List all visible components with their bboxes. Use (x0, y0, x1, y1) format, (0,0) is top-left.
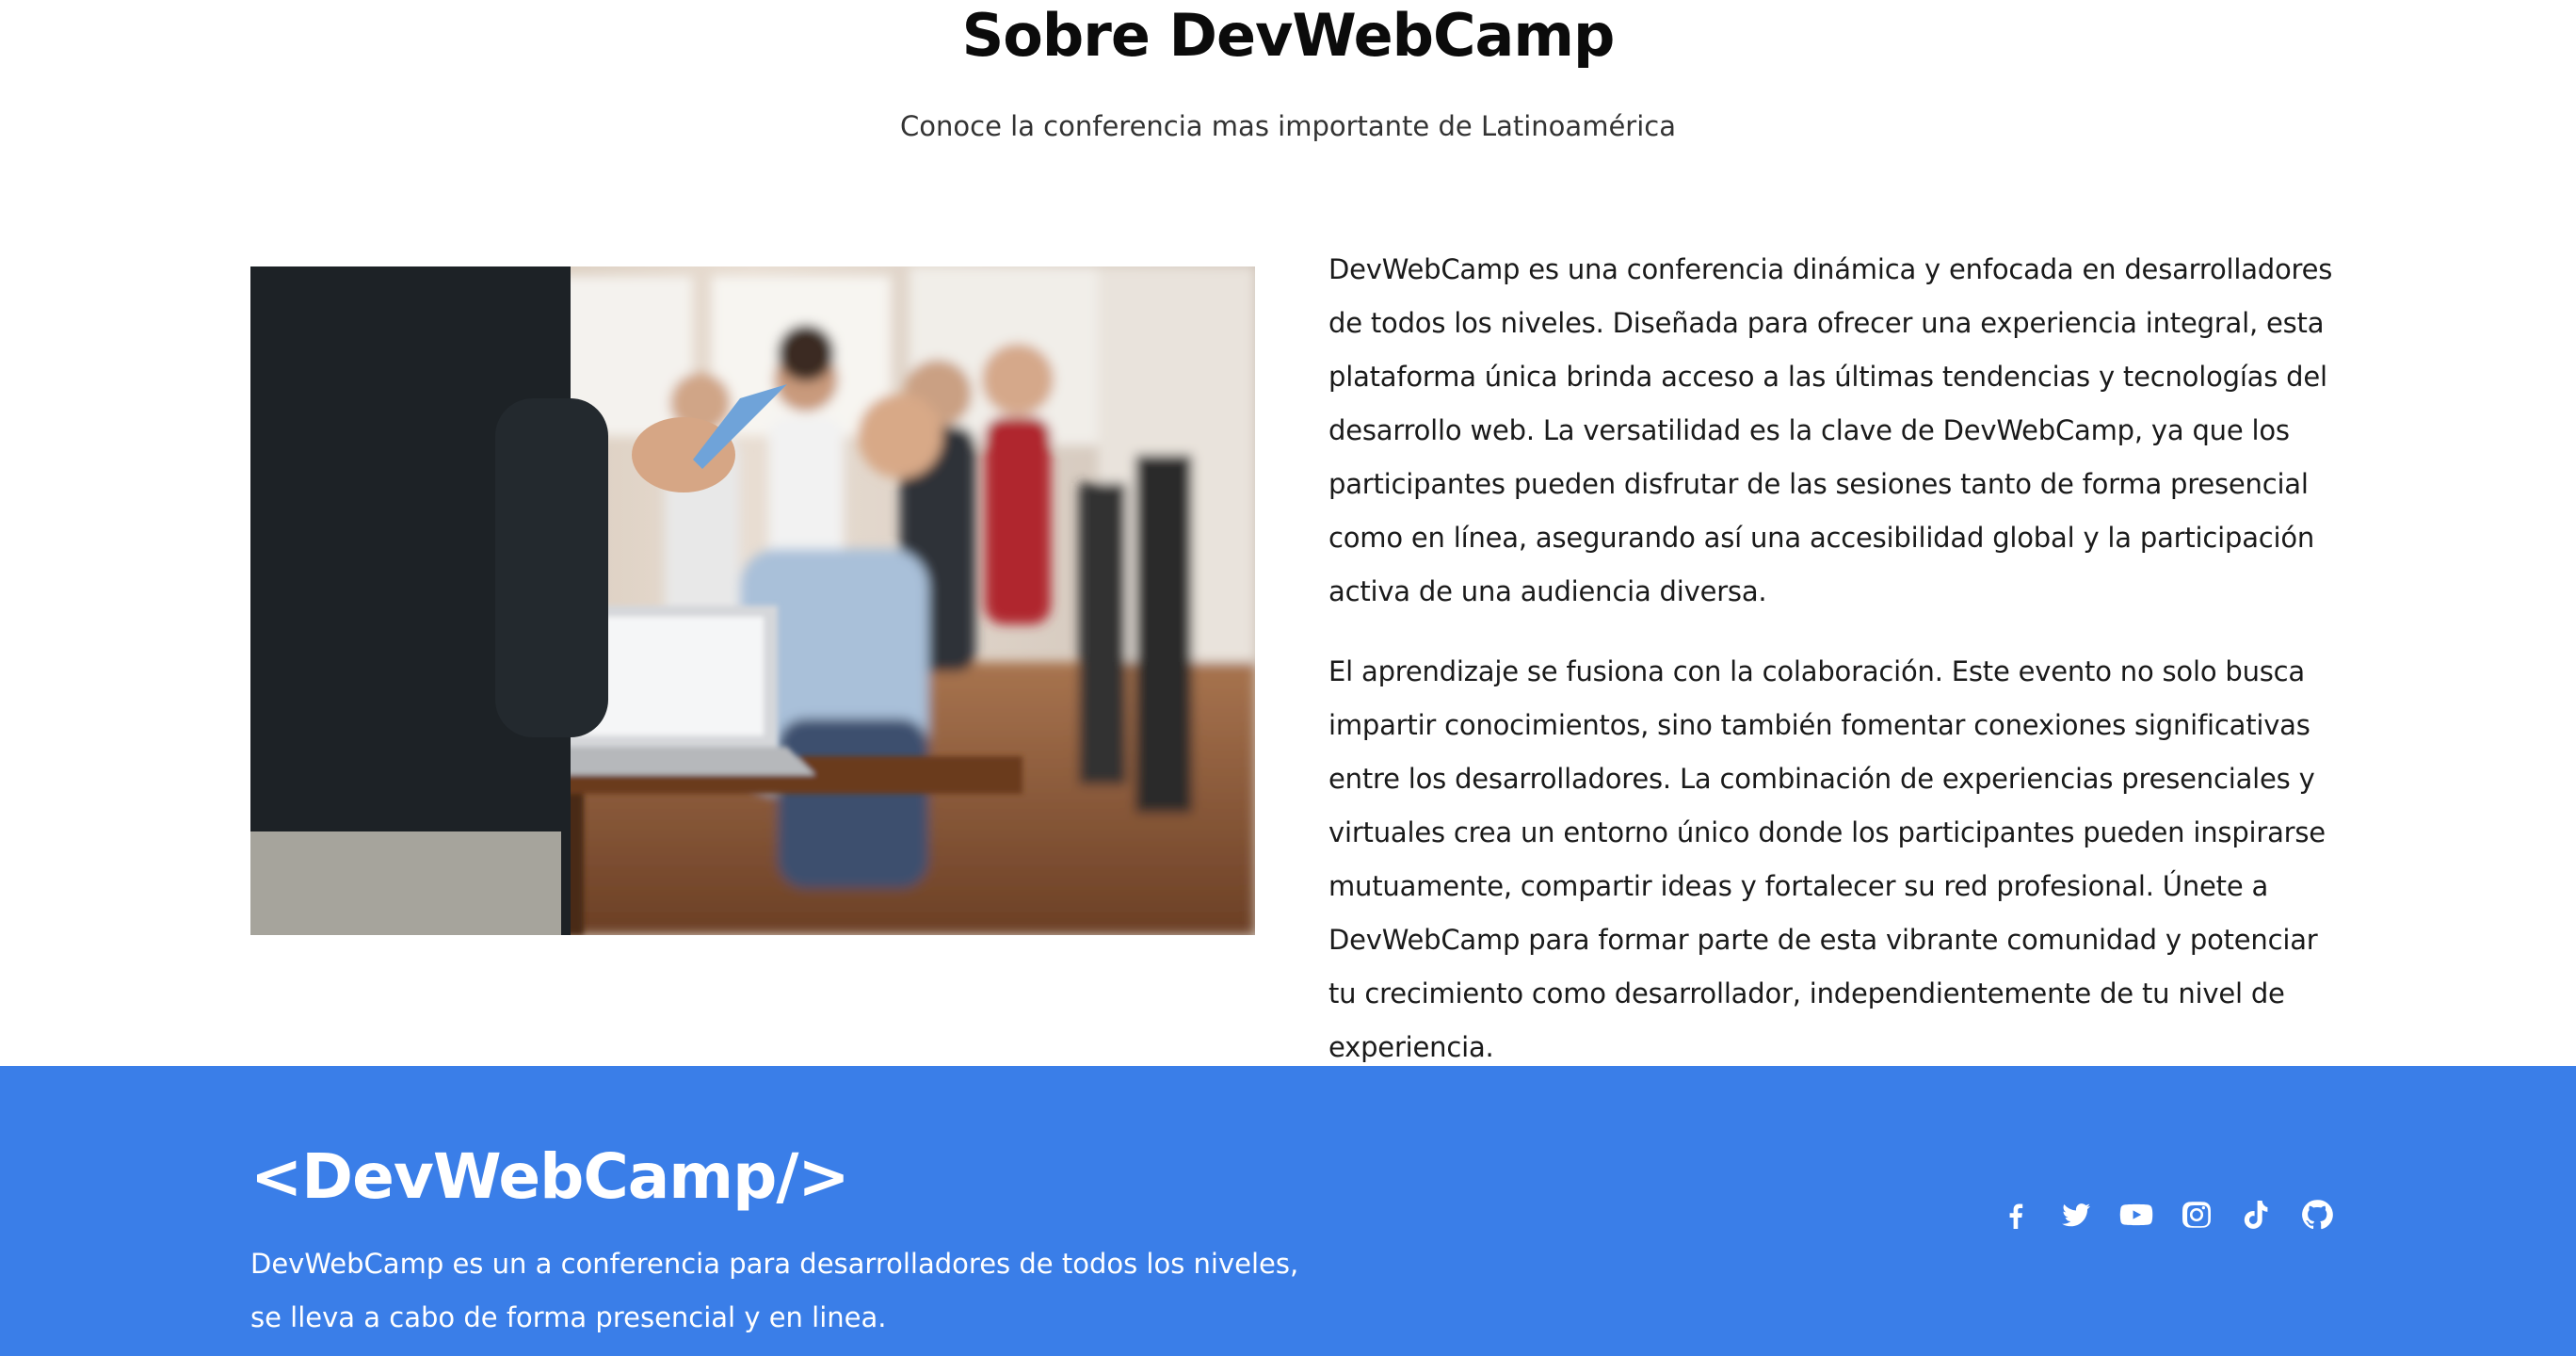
github-link[interactable] (2299, 1197, 2335, 1233)
facebook-link[interactable] (1998, 1197, 2034, 1233)
footer-description: DevWebCamp es un a conferencia para desa… (250, 1248, 1299, 1333)
social-links (1998, 1197, 2335, 1233)
conference-photo (250, 266, 1255, 935)
facebook-icon (2009, 1203, 2023, 1229)
about-section: Sobre DevWebCamp Conoce la conferencia m… (0, 0, 2576, 1066)
about-paragraph-2: El aprendizaje se fusiona con la colabor… (1328, 655, 2326, 1063)
tiktok-link[interactable] (2239, 1197, 2275, 1233)
about-text: DevWebCamp es una conferencia dinámica y… (1328, 243, 2334, 1101)
instagram-icon (2182, 1202, 2211, 1228)
footer-logo[interactable]: <DevWebCamp/> (250, 1139, 850, 1215)
youtube-icon (2119, 1203, 2153, 1226)
github-icon (2302, 1200, 2333, 1230)
twitter-icon (2062, 1203, 2090, 1227)
about-paragraph-1: DevWebCamp es una conferencia dinámica y… (1328, 253, 2333, 607)
tiktok-icon (2244, 1201, 2268, 1229)
page-title: Sobre DevWebCamp (961, 1, 1616, 70)
twitter-link[interactable] (2058, 1197, 2094, 1233)
page-subtitle: Conoce la conferencia mas importante de … (900, 110, 1676, 142)
youtube-link[interactable] (2118, 1197, 2154, 1233)
footer: <DevWebCamp/> DevWebCamp es un a confere… (0, 1066, 2576, 1356)
instagram-link[interactable] (2179, 1197, 2214, 1233)
